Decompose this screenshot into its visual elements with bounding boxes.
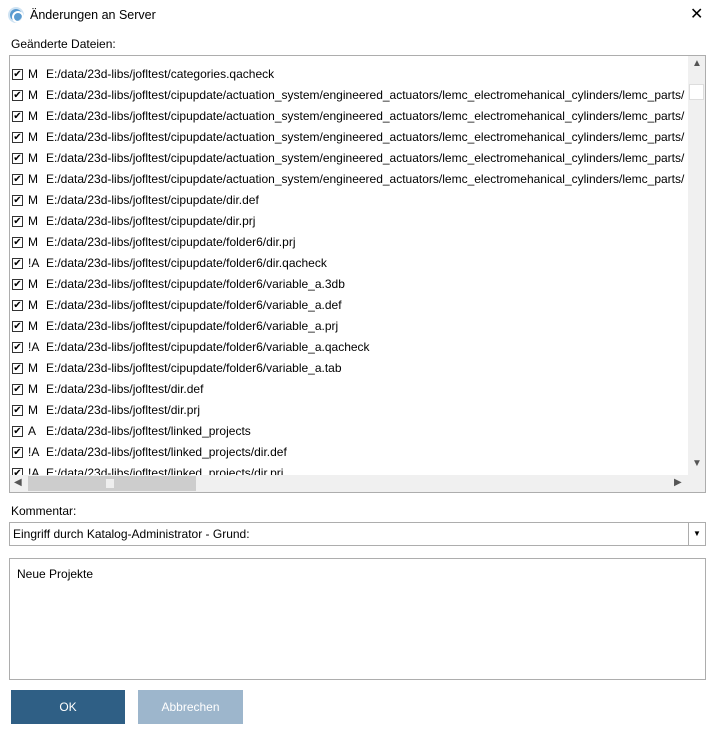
file-row[interactable]: ✔ M E:/data/23d-libs/jofltest/cipupdate/di… bbox=[10, 211, 688, 232]
scroll-up-icon[interactable]: ▲ bbox=[692, 58, 702, 69]
file-row[interactable]: ✔ M E:/data/23d-libs/jofltest/cipupdate/fo… bbox=[10, 316, 688, 337]
file-status: M bbox=[28, 214, 38, 228]
file-status: A bbox=[28, 424, 37, 438]
horizontal-scrollbar[interactable]: ◀ ▶ bbox=[10, 475, 705, 492]
file-checkbox[interactable]: ✔ bbox=[12, 216, 23, 227]
file-row[interactable]: ✔ M E:/data/23d-libs/jofltest/dir.def bbox=[10, 379, 688, 400]
file-path: E:/data/23d-libs/jofltest/cipupdate/fold… bbox=[46, 298, 342, 312]
file-status: M bbox=[28, 403, 38, 417]
file-path: E:/data/23d-libs/jofltest/cipupdate/actu… bbox=[46, 88, 685, 102]
app-icon bbox=[8, 7, 24, 23]
file-checkbox[interactable]: ✔ bbox=[12, 153, 23, 164]
file-status: !A bbox=[28, 340, 40, 354]
file-checkbox[interactable]: ✔ bbox=[12, 69, 23, 80]
file-row[interactable]: ✔ M E:/data/23d-libs/jofltest/cipupdate/ac… bbox=[10, 106, 688, 127]
file-row[interactable]: ✔ !A E:/data/23d-libs/jofltest/linked_proj… bbox=[10, 442, 688, 463]
window-title: Änderungen an Server bbox=[30, 8, 156, 22]
scroll-right-icon[interactable]: ▶ bbox=[674, 477, 682, 488]
file-status: M bbox=[28, 67, 38, 81]
scroll-down-icon[interactable]: ▼ bbox=[692, 458, 702, 469]
file-checkbox[interactable]: ✔ bbox=[12, 279, 23, 290]
vertical-scroll-thumb[interactable] bbox=[689, 84, 704, 100]
file-status: M bbox=[28, 382, 38, 396]
file-path: E:/data/23d-libs/jofltest/categories.qac… bbox=[46, 67, 275, 81]
file-path: E:/data/23d-libs/jofltest/linked_project… bbox=[46, 424, 251, 438]
file-path: E:/data/23d-libs/jofltest/dir.prj bbox=[46, 403, 201, 417]
file-checkbox[interactable]: ✔ bbox=[12, 426, 23, 437]
file-status: M bbox=[28, 235, 38, 249]
comment-textarea[interactable]: Neue Projekte bbox=[9, 558, 706, 680]
file-row[interactable]: ✔ M E:/data/23d-libs/jofltest/cipupdate/fo… bbox=[10, 232, 688, 253]
comment-template-value: Eingriff durch Katalog-Administrator - G… bbox=[13, 527, 250, 541]
close-icon[interactable]: ✕ bbox=[690, 4, 703, 24]
file-row[interactable]: ✔ M E:/data/23d-libs/jofltest/cipupdate/ac… bbox=[10, 169, 688, 190]
file-row[interactable]: ✔ M E:/data/23d-libs/jofltest/cipupdate/ac… bbox=[10, 127, 688, 148]
file-status: M bbox=[28, 193, 38, 207]
file-path: E:/data/23d-libs/jofltest/cipupdate/fold… bbox=[46, 319, 339, 333]
horizontal-scroll-thumb[interactable] bbox=[28, 476, 196, 491]
file-status: M bbox=[28, 319, 38, 333]
file-path: E:/data/23d-libs/jofltest/cipupdate/fold… bbox=[46, 256, 327, 270]
file-row[interactable]: ✔ M E:/data/23d-libs/jofltest/cipupdate/di… bbox=[10, 190, 688, 211]
file-checkbox[interactable]: ✔ bbox=[12, 195, 23, 206]
file-path: E:/data/23d-libs/jofltest/cipupdate/fold… bbox=[46, 361, 342, 375]
comment-label: Kommentar: bbox=[11, 504, 77, 518]
file-status: M bbox=[28, 130, 38, 144]
file-path: E:/data/23d-libs/jofltest/cipupdate/dir.… bbox=[46, 214, 256, 228]
file-checkbox[interactable]: ✔ bbox=[12, 342, 23, 353]
file-path: E:/data/23d-libs/jofltest/cipupdate/fold… bbox=[46, 340, 370, 354]
file-checkbox[interactable]: ✔ bbox=[12, 258, 23, 269]
file-checkbox[interactable]: ✔ bbox=[12, 237, 23, 248]
file-checkbox[interactable]: ✔ bbox=[12, 321, 23, 332]
file-path: E:/data/23d-libs/jofltest/linked_project… bbox=[46, 445, 287, 459]
file-checkbox[interactable]: ✔ bbox=[12, 300, 23, 311]
comment-template-select[interactable]: Eingriff durch Katalog-Administrator - G… bbox=[9, 522, 706, 546]
vertical-scrollbar[interactable]: ▲ ▼ bbox=[688, 56, 705, 476]
file-status: M bbox=[28, 361, 38, 375]
ok-button[interactable]: OK bbox=[11, 690, 125, 724]
comment-text: Neue Projekte bbox=[17, 567, 94, 581]
file-path: E:/data/23d-libs/jofltest/cipupdate/actu… bbox=[46, 130, 685, 144]
file-status: !A bbox=[28, 256, 40, 270]
file-status: M bbox=[28, 298, 38, 312]
file-status: M bbox=[28, 151, 38, 165]
file-path: E:/data/23d-libs/jofltest/cipupdate/fold… bbox=[46, 277, 345, 291]
file-status: M bbox=[28, 172, 38, 186]
file-path: E:/data/23d-libs/jofltest/cipupdate/actu… bbox=[46, 172, 685, 186]
cancel-button[interactable]: Abbrechen bbox=[138, 690, 243, 724]
file-status: M bbox=[28, 88, 38, 102]
file-checkbox[interactable]: ✔ bbox=[12, 174, 23, 185]
file-path: E:/data/23d-libs/jofltest/dir.def bbox=[46, 382, 204, 396]
file-row[interactable]: ✔ M E:/data/23d-libs/jofltest/cipupdate/fo… bbox=[10, 358, 688, 379]
file-checkbox[interactable]: ✔ bbox=[12, 405, 23, 416]
file-status: M bbox=[28, 277, 38, 291]
file-row[interactable]: ✔ M E:/data/23d-libs/jofltest/dir.prj bbox=[10, 400, 688, 421]
file-row[interactable]: ✔ !A E:/data/23d-libs/jofltest/cipupdate/f… bbox=[10, 337, 688, 358]
file-checkbox[interactable]: ✔ bbox=[12, 90, 23, 101]
file-row[interactable]: ✔ A E:/data/23d-libs/jofltest/linked_proje… bbox=[10, 421, 688, 442]
file-row[interactable]: ✔ M E:/data/23d-libs/jofltest/cipupdate/ac… bbox=[10, 148, 688, 169]
file-checkbox[interactable]: ✔ bbox=[12, 384, 23, 395]
file-row[interactable]: ✔ M E:/data/23d-libs/jofltest/categories.q… bbox=[10, 64, 688, 85]
file-row[interactable]: ✔ !A E:/data/23d-libs/jofltest/cipupdate/f… bbox=[10, 253, 688, 274]
changed-files-list[interactable]: ✔ M E:/data/23d-libs/jofltest/categories.q… bbox=[9, 55, 706, 493]
file-row[interactable]: ✔ M E:/data/23d-libs/jofltest/cipupdate/ac… bbox=[10, 85, 688, 106]
file-checkbox[interactable]: ✔ bbox=[12, 132, 23, 143]
file-path: E:/data/23d-libs/jofltest/cipupdate/fold… bbox=[46, 235, 296, 249]
chevron-down-icon[interactable]: ▼ bbox=[688, 523, 705, 545]
file-row[interactable]: ✔ M E:/data/23d-libs/jofltest/cipupdate/fo… bbox=[10, 295, 688, 316]
file-path: E:/data/23d-libs/jofltest/cipupdate/dir.… bbox=[46, 193, 259, 207]
file-status: M bbox=[28, 109, 38, 123]
scroll-left-icon[interactable]: ◀ bbox=[14, 477, 22, 488]
file-checkbox[interactable]: ✔ bbox=[12, 363, 23, 374]
file-path: E:/data/23d-libs/jofltest/cipupdate/actu… bbox=[46, 109, 685, 123]
file-checkbox[interactable]: ✔ bbox=[12, 447, 23, 458]
file-row[interactable]: ✔ M E:/data/23d-libs/jofltest/cipupdate/fo… bbox=[10, 274, 688, 295]
file-path: E:/data/23d-libs/jofltest/cipupdate/actu… bbox=[46, 151, 685, 165]
title-bar: Änderungen an Server ✕ bbox=[0, 0, 715, 30]
file-checkbox[interactable]: ✔ bbox=[12, 111, 23, 122]
file-status: !A bbox=[28, 445, 40, 459]
changed-files-label: Geänderte Dateien: bbox=[11, 37, 116, 51]
